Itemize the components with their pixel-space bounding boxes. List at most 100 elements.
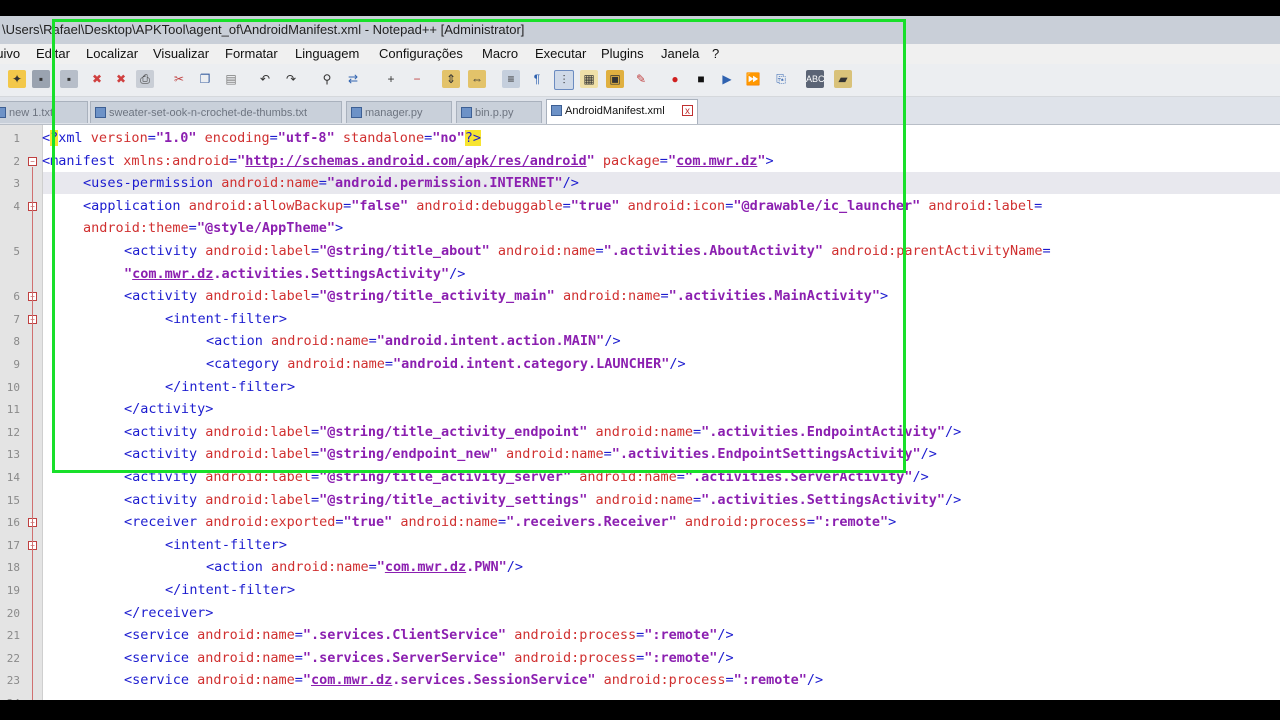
code-token: = — [368, 559, 377, 576]
code-token: android:name — [197, 672, 295, 689]
fold-guide-line — [32, 166, 33, 700]
code-token: < — [124, 627, 133, 644]
code-token: com.mwr.dz — [311, 672, 393, 689]
focus-highlight-box — [52, 19, 906, 473]
line-number: 11 — [6, 403, 20, 417]
code-token: /> — [912, 469, 929, 485]
code-token: < — [124, 491, 133, 508]
code-token: "@string/title_activity_settings" — [319, 491, 596, 508]
line-number: 5 — [13, 245, 20, 258]
line-number: 23 — [6, 674, 20, 688]
code-token: = — [497, 514, 507, 531]
code-line[interactable]: </receiver> — [124, 602, 213, 624]
code-token: android:label — [205, 491, 311, 508]
code-token: < — [42, 130, 51, 146]
code-token: /> — [717, 627, 734, 644]
code-token: < — [124, 514, 133, 531]
fold-marker-icon[interactable]: − — [28, 156, 37, 166]
code-line[interactable]: <receiver android:exported = "true" androi… — [124, 511, 896, 533]
bottom-letterbox — [0, 700, 1280, 720]
code-token: ".receivers.Receiver" — [506, 514, 685, 531]
code-token: android:process — [684, 514, 807, 531]
code-token: /> — [944, 491, 962, 508]
new-file-icon[interactable]: ✦ — [8, 70, 26, 88]
code-line[interactable]: <service android:name=".services.ServerS… — [124, 647, 734, 669]
line-number: 22 — [6, 651, 20, 665]
line-number: 3 — [13, 177, 20, 191]
code-token: ":remote" — [644, 627, 718, 644]
code-token: service — [132, 627, 198, 644]
tab-label: new 1.txt — [9, 107, 54, 119]
code-token: " — [376, 559, 385, 576]
code-token: ".services.ClientService" — [302, 627, 515, 644]
code-token: = — [294, 672, 303, 689]
code-line[interactable]: <service android:name=".services.ClientS… — [124, 624, 734, 646]
line-number: 6 — [13, 290, 20, 304]
line-number: 20 — [6, 606, 20, 620]
line-number: 14 — [6, 471, 20, 484]
code-token: receiver — [140, 604, 206, 621]
line-number: 7 — [13, 312, 20, 326]
code-token: service — [132, 649, 198, 666]
code-token: = — [1034, 197, 1043, 214]
code-token: .PWN" — [466, 559, 507, 576]
code-token: > — [286, 582, 296, 598]
code-token: action — [214, 559, 272, 576]
code-line[interactable]: <intent-filter> — [165, 534, 287, 556]
line-number: 4 — [13, 199, 20, 213]
code-token: /> — [717, 649, 734, 666]
code-line[interactable]: <service android:name="com.mwr.dz.servic… — [124, 669, 823, 691]
code-token: android:process — [514, 649, 637, 666]
code-token: ".services.ServerService" — [302, 649, 515, 666]
code-token: </ — [124, 604, 141, 621]
code-token: = — [806, 514, 815, 531]
code-token: com.mwr.dz — [384, 559, 467, 576]
code-token: = — [693, 491, 702, 508]
code-token: < — [124, 649, 133, 666]
line-number-gutter: 123456789101112131415161718192021222324−… — [0, 125, 43, 700]
code-line[interactable]: <activity android:label = "@string/title_a… — [124, 489, 961, 511]
code-token: android:name — [271, 559, 369, 576]
code-token: = — [1042, 243, 1051, 259]
code-line[interactable]: </intent-filter> — [165, 579, 295, 601]
code-token: .services.SessionService" — [392, 672, 604, 689]
file-icon — [0, 107, 6, 118]
code-token: intent-filter — [173, 536, 279, 553]
code-token: < — [42, 152, 51, 169]
code-token: = — [725, 672, 734, 689]
code-token: /> — [506, 559, 524, 576]
code-token: android:name — [197, 649, 295, 666]
code-token: < — [124, 672, 133, 689]
code-line[interactable]: <action android:name="com.mwr.dz.PWN"/> — [206, 556, 523, 578]
code-token: ":remote" — [814, 514, 889, 531]
code-token: activity — [132, 491, 206, 508]
code-token: < — [165, 536, 174, 553]
code-token: receiver — [132, 514, 206, 531]
line-number: 21 — [6, 629, 20, 643]
line-number: 2 — [13, 154, 20, 168]
code-token: android:process — [514, 627, 637, 644]
code-token: = — [294, 627, 303, 644]
line-number: 9 — [13, 358, 20, 371]
code-token: service — [132, 672, 198, 689]
code-token: /> — [944, 423, 962, 440]
line-number: 18 — [6, 561, 20, 575]
line-number: 15 — [6, 493, 20, 507]
menu-arquivo[interactable]: Arquivo — [0, 44, 20, 64]
code-token: ":remote" — [644, 649, 718, 666]
line-number: 19 — [6, 584, 20, 597]
code-token: "true" — [343, 514, 401, 531]
code-token: </ — [165, 582, 182, 598]
code-token: android:label — [928, 197, 1035, 214]
line-number: 12 — [6, 425, 20, 439]
line-number: 13 — [6, 448, 20, 462]
code-token: intent-filter — [181, 582, 287, 598]
code-token: android:name — [595, 491, 693, 508]
code-token: android:process — [603, 672, 726, 689]
line-number: 16 — [6, 516, 20, 530]
code-token: /> — [920, 446, 937, 463]
line-number: 17 — [6, 538, 20, 552]
code-token: /> — [806, 672, 824, 689]
line-number: 1 — [13, 132, 20, 145]
save-icon[interactable]: ▪ — [32, 70, 50, 88]
